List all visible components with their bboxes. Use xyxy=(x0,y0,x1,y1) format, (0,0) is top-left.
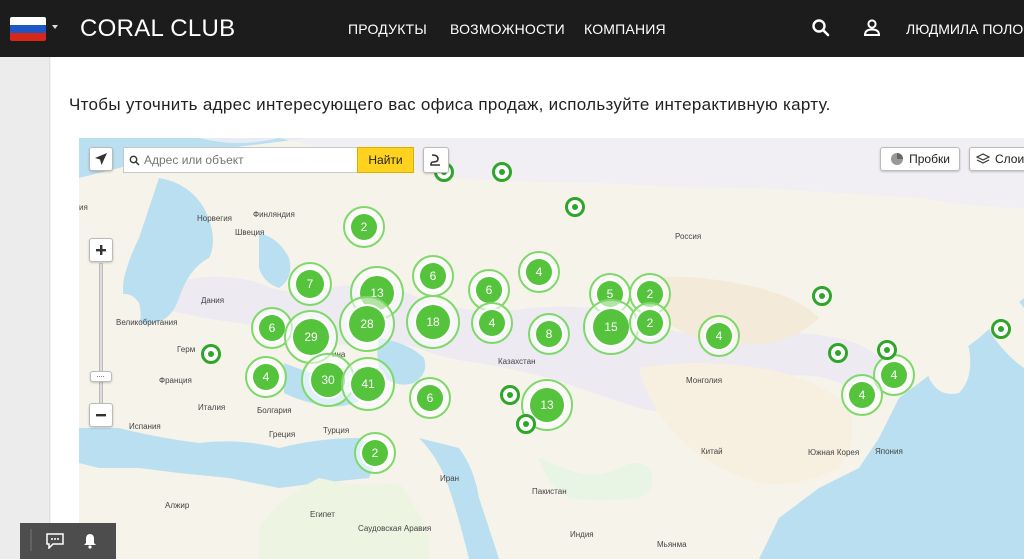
office-cluster[interactable]: 2 xyxy=(629,302,671,344)
map-label: Алжир xyxy=(165,501,190,510)
map-label: Египет xyxy=(310,510,335,519)
user-name-link[interactable]: ЛЮДМИЛА ПОЛО xyxy=(906,21,1023,37)
intro-text: Чтобы уточнить адрес интересующего вас о… xyxy=(69,95,831,114)
bell-icon[interactable] xyxy=(83,533,97,549)
office-cluster[interactable]: 4 xyxy=(518,251,560,293)
layers-icon xyxy=(976,153,990,164)
office-cluster[interactable]: 8 xyxy=(528,313,570,355)
map-label: Китай xyxy=(701,447,723,456)
route-button[interactable] xyxy=(423,147,449,173)
map-label: Турция xyxy=(323,426,350,435)
route-icon xyxy=(430,154,440,166)
top-navigation-bar: CORAL CLUB ПРОДУКТЫ ВОЗМОЖНОСТИ КОМПАНИЯ… xyxy=(0,0,1024,57)
office-pin[interactable] xyxy=(516,414,536,434)
zoom-in-button[interactable] xyxy=(89,238,113,262)
map-label: Мьянма xyxy=(657,540,687,549)
map-label: Италия xyxy=(198,403,226,412)
chat-icon[interactable] xyxy=(46,533,64,549)
office-cluster[interactable]: 2 xyxy=(343,206,385,248)
office-cluster[interactable]: 28 xyxy=(339,296,395,352)
minus-icon xyxy=(96,414,106,417)
zoom-slider-track[interactable] xyxy=(99,263,103,413)
bottom-widget-bar xyxy=(20,523,116,559)
traffic-label: Пробки xyxy=(909,152,950,166)
zoom-slider-handle[interactable] xyxy=(90,371,112,382)
office-pin[interactable] xyxy=(201,344,221,364)
layers-button[interactable]: Слои xyxy=(969,147,1024,171)
search-icon[interactable] xyxy=(810,17,832,39)
interactive-map[interactable]: ия Норвегия Финляндия Швеция Россия Дани… xyxy=(79,138,1024,559)
office-cluster[interactable]: 2 xyxy=(354,432,396,474)
office-cluster[interactable]: 7 xyxy=(288,262,332,306)
language-dropdown-caret-icon[interactable] xyxy=(52,25,58,29)
nav-features[interactable]: ВОЗМОЖНОСТИ xyxy=(450,21,565,37)
office-cluster[interactable]: 18 xyxy=(406,295,460,349)
map-label: Россия xyxy=(675,232,702,241)
left-side-column xyxy=(0,57,50,559)
map-label: Монголия xyxy=(686,376,723,385)
map-label: Норвегия xyxy=(197,214,233,223)
office-pin[interactable] xyxy=(565,197,585,217)
nav-products[interactable]: ПРОДУКТЫ xyxy=(348,21,427,37)
map-label: Индия xyxy=(570,530,594,539)
nav-company[interactable]: КОМПАНИЯ xyxy=(584,21,666,37)
office-cluster[interactable]: 4 xyxy=(841,374,883,416)
office-pin[interactable] xyxy=(500,385,520,405)
office-cluster[interactable]: 6 xyxy=(409,377,451,419)
geolocation-arrow-icon xyxy=(95,153,107,165)
grip-icon xyxy=(97,376,105,377)
office-cluster[interactable]: 4 xyxy=(245,356,287,398)
office-cluster[interactable]: 6 xyxy=(412,255,454,297)
map-label: Герм xyxy=(177,345,196,354)
map-label: Иран xyxy=(440,474,460,483)
map-label: Испания xyxy=(129,422,161,431)
office-pin[interactable] xyxy=(812,286,832,306)
traffic-icon xyxy=(891,153,904,165)
map-label: Пакистан xyxy=(532,487,567,496)
find-button[interactable]: Найти xyxy=(357,147,414,173)
map-label: Казахстан xyxy=(498,357,536,366)
map-label: Дания xyxy=(201,296,225,305)
office-cluster[interactable]: 4 xyxy=(471,302,513,344)
office-pin[interactable] xyxy=(828,343,848,363)
office-pin[interactable] xyxy=(991,319,1011,339)
map-label: Саудовская Аравия xyxy=(358,524,432,533)
map-label: Франция xyxy=(159,376,192,385)
office-cluster[interactable]: 41 xyxy=(341,357,395,411)
russia-flag-icon[interactable] xyxy=(10,17,46,41)
zoom-out-button[interactable] xyxy=(89,403,113,427)
map-label: ия xyxy=(79,203,88,212)
layers-label: Слои xyxy=(995,152,1024,166)
address-search-input[interactable] xyxy=(123,147,359,173)
traffic-button[interactable]: Пробки xyxy=(880,147,960,171)
divider xyxy=(30,529,32,551)
map-label: Великобритания xyxy=(116,318,178,327)
map-label: Греция xyxy=(269,430,296,439)
office-pin[interactable] xyxy=(877,340,897,360)
map-label: Болгария xyxy=(257,406,292,415)
search-icon xyxy=(129,155,140,166)
map-label: Япония xyxy=(875,447,903,456)
map-label: Швеция xyxy=(235,228,265,237)
office-pin[interactable] xyxy=(492,162,512,182)
geolocation-button[interactable] xyxy=(89,147,113,171)
map-label: Южная Корея xyxy=(808,448,860,457)
map-label: Финляндия xyxy=(253,210,295,219)
plus-icon xyxy=(96,245,106,255)
brand-logo[interactable]: CORAL CLUB xyxy=(80,15,235,43)
office-cluster[interactable]: 4 xyxy=(698,315,740,357)
user-icon[interactable] xyxy=(861,17,883,39)
